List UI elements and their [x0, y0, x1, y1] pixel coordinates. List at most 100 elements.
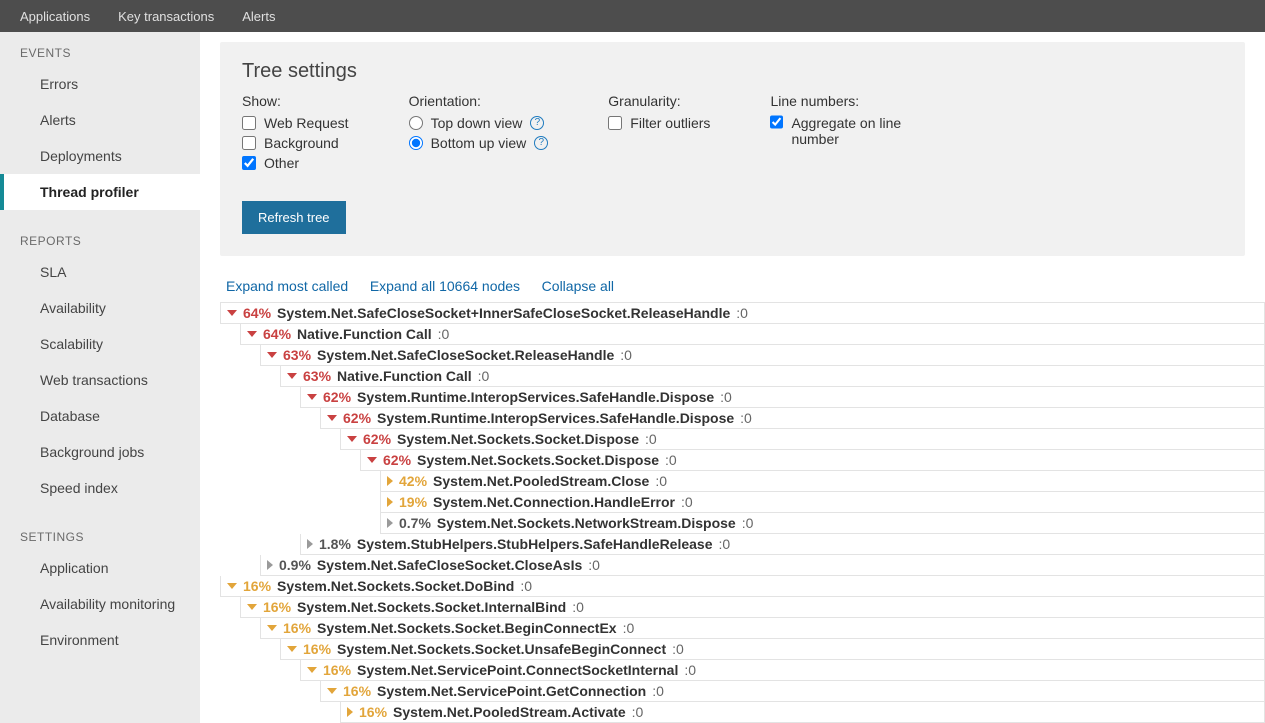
sidebar-item-availability[interactable]: Availability	[0, 290, 200, 326]
function-name: System.Net.SafeCloseSocket.ReleaseHandle	[317, 347, 614, 363]
percentage-value: 16%	[343, 683, 371, 699]
nav-key-transactions[interactable]: Key transactions	[118, 9, 214, 24]
tree-row[interactable]: 16%System.Net.Sockets.Socket.InternalBin…	[240, 597, 1265, 618]
line-suffix: :0	[620, 347, 632, 363]
function-name: System.StubHelpers.StubHelpers.SafeHandl…	[357, 536, 713, 552]
sidebar-item-deployments[interactable]: Deployments	[0, 138, 200, 174]
tree-actions: Expand most called Expand all 10664 node…	[220, 256, 1265, 302]
tree-row[interactable]: 16%System.Net.ServicePoint.GetConnection…	[320, 681, 1265, 702]
sidebar-item-background-jobs[interactable]: Background jobs	[0, 434, 200, 470]
tree-row[interactable]: 62%System.Runtime.InteropServices.SafeHa…	[320, 408, 1265, 429]
help-icon[interactable]: ?	[530, 116, 544, 130]
sidebar-item-database[interactable]: Database	[0, 398, 200, 434]
chevron-down-icon[interactable]	[247, 331, 257, 337]
function-name: System.Net.PooledStream.Activate	[393, 704, 626, 720]
nav-alerts[interactable]: Alerts	[242, 9, 275, 24]
tree-row[interactable]: 62%System.Net.Sockets.Socket.Dispose :0	[360, 450, 1265, 471]
filter-outliers-checkbox[interactable]	[608, 116, 622, 130]
chevron-right-icon[interactable]	[387, 518, 393, 528]
expand-all-link[interactable]: Expand all 10664 nodes	[370, 278, 520, 294]
aggregate-option[interactable]: Aggregate on line number	[770, 113, 930, 149]
show-other-checkbox[interactable]	[242, 156, 256, 170]
tree-row[interactable]: 16%System.Net.Sockets.Socket.DoBind :0	[220, 576, 1265, 597]
sidebar-item-application[interactable]: Application	[0, 550, 200, 586]
refresh-tree-button[interactable]: Refresh tree	[242, 201, 346, 234]
chevron-down-icon[interactable]	[287, 646, 297, 652]
show-other-option[interactable]: Other	[242, 153, 349, 173]
function-name: Native.Function Call	[337, 368, 472, 384]
tree-row[interactable]: 16%System.Net.Sockets.Socket.BeginConnec…	[260, 618, 1265, 639]
sidebar-item-environment[interactable]: Environment	[0, 622, 200, 658]
show-background-option[interactable]: Background	[242, 133, 349, 153]
function-name: System.Net.Sockets.Socket.Dispose	[417, 452, 659, 468]
line-suffix: :0	[632, 704, 644, 720]
chevron-right-icon[interactable]	[387, 476, 393, 486]
show-web-request-text: Web Request	[264, 115, 349, 131]
chevron-down-icon[interactable]	[307, 667, 317, 673]
function-name: System.Net.PooledStream.Close	[433, 473, 649, 489]
help-icon[interactable]: ?	[534, 136, 548, 150]
chevron-down-icon[interactable]	[347, 436, 357, 442]
tree-row[interactable]: 0.7%System.Net.Sockets.NetworkStream.Dis…	[380, 513, 1265, 534]
chevron-down-icon[interactable]	[227, 583, 237, 589]
percentage-value: 16%	[359, 704, 387, 720]
sidebar: EVENTS Errors Alerts Deployments Thread …	[0, 32, 200, 723]
aggregate-checkbox[interactable]	[770, 115, 783, 129]
orientation-label: Orientation:	[409, 93, 549, 109]
top-down-radio[interactable]	[409, 116, 423, 130]
sidebar-item-speed-index[interactable]: Speed index	[0, 470, 200, 506]
line-suffix: :0	[588, 557, 600, 573]
chevron-down-icon[interactable]	[267, 625, 277, 631]
sidebar-item-errors[interactable]: Errors	[0, 66, 200, 102]
filter-outliers-option[interactable]: Filter outliers	[608, 113, 710, 133]
top-down-option[interactable]: Top down view?	[409, 113, 549, 133]
tree-row[interactable]: 64%Native.Function Call :0	[240, 324, 1265, 345]
chevron-down-icon[interactable]	[367, 457, 377, 463]
sidebar-item-thread-profiler[interactable]: Thread profiler	[0, 174, 200, 210]
sidebar-item-availability-monitoring[interactable]: Availability monitoring	[0, 586, 200, 622]
chevron-right-icon[interactable]	[307, 539, 313, 549]
tree-row[interactable]: 62%System.Runtime.InteropServices.SafeHa…	[300, 387, 1265, 408]
nav-applications[interactable]: Applications	[20, 9, 90, 24]
bottom-up-option[interactable]: Bottom up view?	[409, 133, 549, 153]
percentage-value: 62%	[343, 410, 371, 426]
tree-row[interactable]: 63% System.Net.SafeCloseSocket.ReleaseHan…	[260, 345, 1265, 366]
tree-row[interactable]: 0.9%System.Net.SafeCloseSocket.CloseAsIs…	[260, 555, 1265, 576]
chevron-right-icon[interactable]	[387, 497, 393, 507]
chevron-right-icon[interactable]	[267, 560, 273, 570]
show-background-checkbox[interactable]	[242, 136, 256, 150]
bottom-up-radio[interactable]	[409, 136, 423, 150]
tree-row[interactable]: 19%System.Net.Connection.HandleError :0	[380, 492, 1265, 513]
chevron-down-icon[interactable]	[287, 373, 297, 379]
tree-row[interactable]: 16%System.Net.Sockets.Socket.UnsafeBegin…	[280, 639, 1265, 660]
tree-row[interactable]: 16%System.Net.ServicePoint.ConnectSocket…	[300, 660, 1265, 681]
tree-row[interactable]: 64%System.Net.SafeCloseSocket+InnerSafeC…	[220, 302, 1265, 324]
line-suffix: :0	[681, 494, 693, 510]
tree-row[interactable]: 42%System.Net.PooledStream.Close :0	[380, 471, 1265, 492]
percentage-value: 62%	[323, 389, 351, 405]
tree-row[interactable]: 63%Native.Function Call :0	[280, 366, 1265, 387]
collapse-all-link[interactable]: Collapse all	[542, 278, 614, 294]
chevron-right-icon[interactable]	[347, 707, 353, 717]
show-web-request-option[interactable]: Web Request	[242, 113, 349, 133]
sidebar-item-sla[interactable]: SLA	[0, 254, 200, 290]
percentage-value: 62%	[383, 452, 411, 468]
percentage-value: 63%	[303, 368, 331, 384]
chevron-down-icon[interactable]	[327, 688, 337, 694]
sidebar-item-scalability[interactable]: Scalability	[0, 326, 200, 362]
function-name: System.Net.Sockets.Socket.BeginConnectEx	[317, 620, 617, 636]
sidebar-header-settings: SETTINGS	[0, 524, 200, 550]
tree-row[interactable]: 16% System.Net.PooledStream.Activate :0	[340, 702, 1265, 723]
show-web-request-checkbox[interactable]	[242, 116, 256, 130]
percentage-value: 63%	[283, 347, 311, 363]
chevron-down-icon[interactable]	[307, 394, 317, 400]
sidebar-item-web-transactions[interactable]: Web transactions	[0, 362, 200, 398]
sidebar-item-alerts[interactable]: Alerts	[0, 102, 200, 138]
tree-row[interactable]: 1.8%System.StubHelpers.StubHelpers.SafeH…	[300, 534, 1265, 555]
chevron-down-icon[interactable]	[267, 352, 277, 358]
chevron-down-icon[interactable]	[247, 604, 257, 610]
chevron-down-icon[interactable]	[327, 415, 337, 421]
chevron-down-icon[interactable]	[227, 310, 237, 316]
expand-most-called-link[interactable]: Expand most called	[226, 278, 348, 294]
tree-row[interactable]: 62%System.Net.Sockets.Socket.Dispose :0	[340, 429, 1265, 450]
